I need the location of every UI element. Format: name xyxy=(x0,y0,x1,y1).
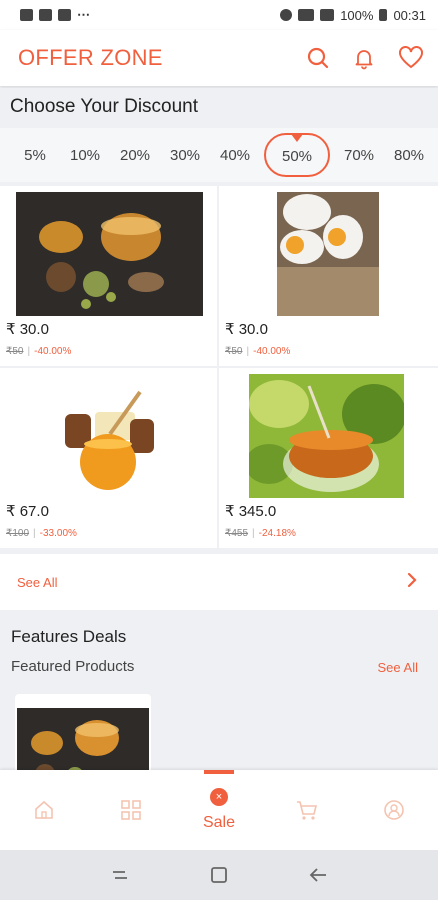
see-all-link[interactable]: See All xyxy=(17,575,57,590)
product-discount: -24.18% xyxy=(258,528,296,539)
product-discount: -33.00% xyxy=(39,528,77,539)
bell-icon[interactable] xyxy=(352,46,376,70)
product-card[interactable]: ₹ 30.0 ₹50 | -40.00% xyxy=(219,186,438,366)
discount-option-30[interactable]: 30% xyxy=(160,147,210,164)
status-time: 00:31 xyxy=(393,7,426,23)
page-title: OFFER ZONE xyxy=(18,45,163,70)
nav-cart[interactable] xyxy=(277,770,337,850)
product-mrp: ₹50 xyxy=(225,346,243,357)
separator: | xyxy=(33,528,36,539)
battery-level: 100% xyxy=(340,7,374,23)
message-icon xyxy=(58,9,71,21)
battery-icon xyxy=(379,9,388,21)
product-price: ₹ 30.0 xyxy=(6,321,49,338)
heart-icon[interactable] xyxy=(398,46,424,70)
discount-selector: 5% 10% 20% 30% 40% 50% 70% 80% xyxy=(0,128,438,182)
discount-option-70[interactable]: 70% xyxy=(334,147,384,164)
nav-account[interactable] xyxy=(364,770,424,850)
salted-eggs-image xyxy=(277,192,379,316)
separator: | xyxy=(27,346,31,357)
discount-option-50-selected[interactable]: 50% xyxy=(264,133,330,177)
recent-apps-icon[interactable] xyxy=(110,867,130,883)
see-all-row[interactable]: See All xyxy=(0,554,438,610)
chevron-right-icon[interactable] xyxy=(406,572,418,593)
bottom-nav: × Sale xyxy=(0,770,438,850)
product-price: ₹ 30.0 xyxy=(225,321,268,338)
status-right: 100% 00:31 xyxy=(280,8,426,23)
product-price: ₹ 345.0 xyxy=(225,503,277,520)
discount-title: Choose Your Discount xyxy=(10,96,199,117)
status-left: ⋯ xyxy=(20,7,91,23)
more-notifications-icon: ⋯ xyxy=(77,7,91,22)
alarm-icon xyxy=(280,9,293,21)
home-button-icon[interactable] xyxy=(210,866,228,884)
search-icon[interactable] xyxy=(306,46,330,70)
cart-icon xyxy=(296,801,317,820)
categories-icon xyxy=(121,800,142,820)
product-meta: ₹100 | -33.00% xyxy=(6,528,77,539)
tea-cup-image xyxy=(249,374,404,498)
nav-categories[interactable] xyxy=(101,770,161,850)
product-card[interactable]: ₹ 345.0 ₹455 | -24.18% xyxy=(219,368,438,548)
product-mrp: ₹50 xyxy=(6,346,24,357)
product-meta: ₹50 | -40.00% xyxy=(225,346,290,357)
product-grid: ₹ 30.0 ₹50 | -40.00% ₹ 30.0 ₹50 | -40.00% xyxy=(0,186,438,550)
sale-label: Sale xyxy=(202,814,235,831)
app-notification-icon xyxy=(39,9,52,21)
status-bar: ⋯ 100% 00:31 xyxy=(0,0,438,30)
separator: | xyxy=(246,346,250,357)
product-mrp: ₹455 xyxy=(225,528,249,539)
discount-option-20[interactable]: 20% xyxy=(110,147,160,164)
features-section: Features Deals Featured Products See All xyxy=(0,612,438,784)
app-bar: OFFER ZONE xyxy=(0,30,438,86)
product-meta: ₹50 | -40.00% xyxy=(6,346,71,357)
discount-option-80[interactable]: 80% xyxy=(384,147,434,164)
product-discount: -40.00% xyxy=(34,346,72,357)
product-card[interactable]: ₹ 30.0 ₹50 | -40.00% xyxy=(0,186,217,366)
signal-icon xyxy=(320,9,335,21)
product-price: ₹ 67.0 xyxy=(6,503,49,520)
back-icon[interactable] xyxy=(308,867,328,883)
product-mrp: ₹100 xyxy=(6,528,30,539)
honey-jar-image xyxy=(60,384,160,494)
user-icon xyxy=(384,800,404,820)
gallery-icon xyxy=(20,9,33,21)
features-title: Features Deals xyxy=(11,627,127,646)
product-discount: -40.00% xyxy=(253,346,291,357)
app-actions xyxy=(306,46,424,70)
system-nav-bar xyxy=(0,850,438,900)
featured-subtitle: Featured Products xyxy=(11,658,135,675)
nav-home[interactable] xyxy=(14,770,74,850)
product-card[interactable]: ₹ 67.0 ₹100 | -33.00% xyxy=(0,368,217,548)
nav-sale[interactable]: × Sale xyxy=(189,770,249,850)
home-icon xyxy=(34,800,53,819)
discount-option-10[interactable]: 10% xyxy=(60,147,110,164)
sale-icon: × xyxy=(209,788,228,806)
discount-section: Choose Your Discount 5% 10% 20% 30% 40% … xyxy=(0,88,438,182)
separator: | xyxy=(252,528,255,539)
discount-option-40[interactable]: 40% xyxy=(210,147,260,164)
featured-see-all-link[interactable]: See All xyxy=(378,660,418,675)
wifi-icon xyxy=(298,9,315,21)
discount-option-5[interactable]: 5% xyxy=(10,147,60,164)
tea-spices-image xyxy=(16,192,203,316)
product-meta: ₹455 | -24.18% xyxy=(225,528,296,539)
